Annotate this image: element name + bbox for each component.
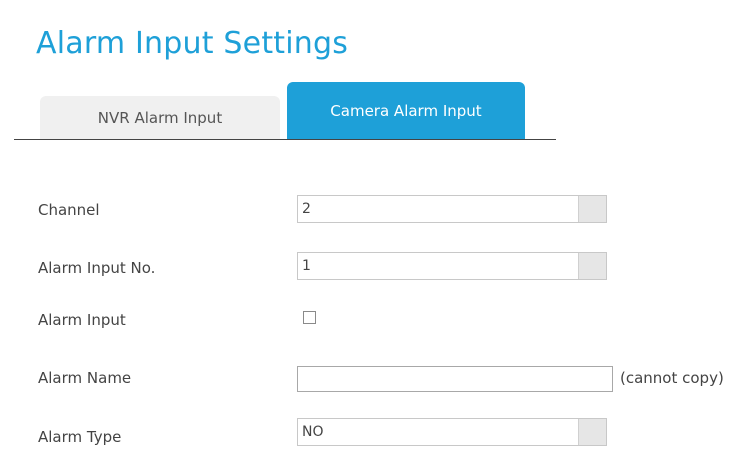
dropdown-arrow-icon[interactable] [578, 253, 606, 279]
tab-camera-alarm-input[interactable]: Camera Alarm Input [287, 82, 525, 140]
alarm-type-select[interactable]: NO [297, 418, 607, 446]
alarm-input-no-value: 1 [302, 258, 311, 274]
tab-bar: NVR Alarm Input Camera Alarm Input [0, 82, 560, 142]
alarm-input-label: Alarm Input [38, 311, 126, 329]
dropdown-arrow-icon[interactable] [578, 196, 606, 222]
alarm-input-checkbox[interactable] [303, 311, 316, 324]
tab-nvr-alarm-input[interactable]: NVR Alarm Input [40, 96, 280, 140]
alarm-name-label: Alarm Name [38, 369, 132, 387]
tab-divider [14, 139, 556, 140]
alarm-input-settings-page: Alarm Input Settings NVR Alarm Input Cam… [0, 0, 755, 451]
alarm-name-input[interactable] [297, 366, 613, 392]
alarm-input-no-select[interactable]: 1 [297, 252, 607, 280]
alarm-name-note: (cannot copy) [620, 369, 724, 387]
alarm-type-value: NO [302, 424, 324, 440]
page-title: Alarm Input Settings [36, 26, 349, 61]
channel-value: 2 [302, 201, 311, 217]
alarm-type-label: Alarm Type [38, 428, 122, 446]
dropdown-arrow-icon[interactable] [578, 419, 606, 445]
channel-label: Channel [38, 201, 100, 219]
channel-select[interactable]: 2 [297, 195, 607, 223]
alarm-input-no-label: Alarm Input No. [38, 259, 156, 277]
